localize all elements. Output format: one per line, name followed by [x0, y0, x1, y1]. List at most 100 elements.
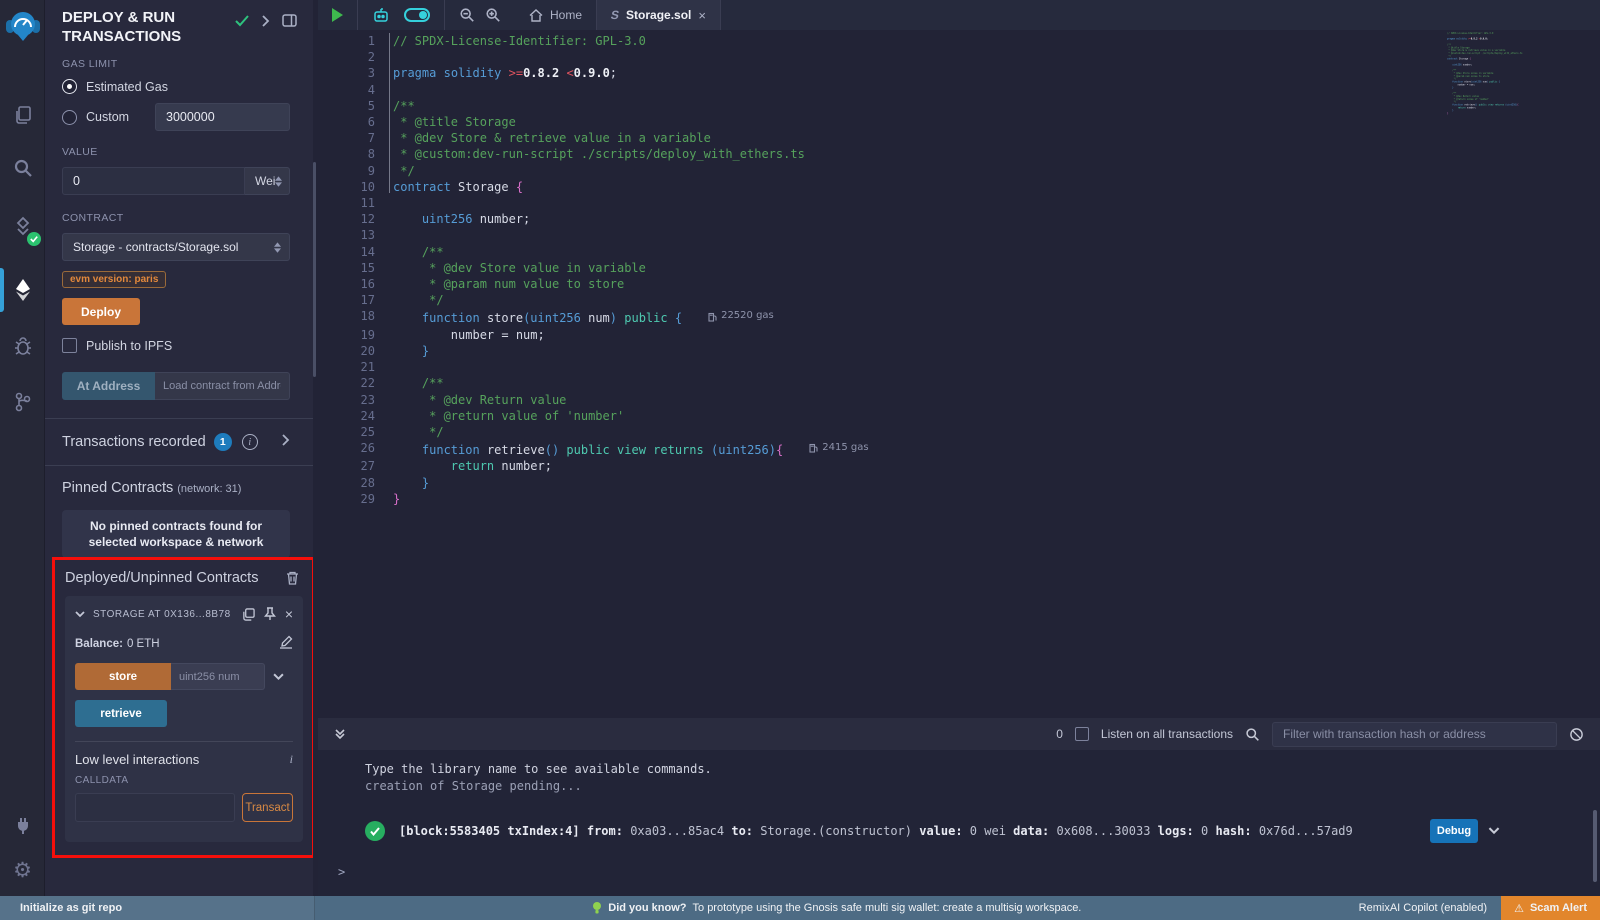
pin-contract-icon[interactable] [264, 607, 276, 621]
code-editor[interactable]: 1// SPDX-License-Identifier: GPL-3.023pr… [318, 30, 1600, 718]
panel-expand-icon[interactable] [261, 15, 270, 27]
expand-tx-icon[interactable] [1488, 824, 1500, 838]
store-param-input[interactable] [171, 663, 265, 690]
line-number: 13 [318, 227, 375, 243]
ai-copilot-robot-icon[interactable] [372, 6, 390, 24]
evm-version-badge: evm version: paris [62, 271, 166, 288]
panel-scrollbar-thumb[interactable] [313, 162, 316, 377]
tab-home[interactable]: Home [515, 0, 596, 30]
transactions-count-badge: 1 [214, 433, 232, 451]
copy-address-icon[interactable] [242, 608, 255, 621]
contract-stepper-icon [274, 242, 281, 253]
remix-ide-window: ⚙ DEPLOY & RUN TRANSACTIONS GAS LIMIT Es… [0, 0, 1600, 920]
plugin-manager-icon[interactable] [0, 804, 45, 848]
code-lines: 1// SPDX-License-Identifier: GPL-3.023pr… [318, 33, 1600, 507]
contract-select[interactable]: Storage - contracts/Storage.sol [62, 233, 290, 261]
pinned-empty-message: No pinned contracts found for selected w… [62, 510, 290, 558]
remix-logo [6, 10, 40, 42]
contract-instance-label: STORAGE AT 0X136...8B78 [93, 609, 234, 620]
line-number: 10 [318, 179, 375, 195]
value-label: VALUE [62, 146, 290, 158]
pin-panel-icon[interactable] [282, 14, 297, 27]
copilot-status[interactable]: RemixAI Copilot (enabled) [1359, 902, 1487, 914]
expand-terminal-icon[interactable] [334, 728, 346, 740]
zoom-out-icon[interactable] [459, 7, 475, 23]
listen-all-checkbox[interactable] [1075, 727, 1089, 741]
gas-estimate-lens[interactable]: 22520 gas [708, 308, 774, 324]
line-number: 1 [318, 33, 375, 49]
git-icon[interactable] [0, 380, 45, 424]
gas-estimate-lens[interactable]: 2415 gas [809, 440, 868, 456]
copilot-toggle[interactable] [404, 8, 430, 22]
deploy-run-panel: DEPLOY & RUN TRANSACTIONS GAS LIMIT Esti… [45, 0, 313, 896]
balance-label: Balance: [75, 638, 123, 650]
terminal-line: Type the library name to see available c… [318, 750, 1600, 776]
debug-button[interactable]: Debug [1430, 819, 1478, 843]
deployed-contracts-title: Deployed/Unpinned Contracts [65, 570, 258, 586]
retrieve-function-button[interactable]: retrieve [75, 700, 167, 727]
line-number: 27 [318, 458, 375, 474]
chevron-right-icon[interactable] [281, 433, 290, 451]
value-unit-select[interactable]: Wei [245, 167, 290, 195]
deploy-run-icon[interactable] [0, 268, 45, 312]
terminal-search-icon[interactable] [1245, 727, 1260, 742]
deploy-button[interactable]: Deploy [62, 298, 140, 325]
tx-summary: [block:5583405 txIndex:4] from: 0xa03...… [399, 824, 1353, 838]
line-number: 23 [318, 392, 375, 408]
transactions-recorded-row[interactable]: Transactions recorded 1 i [62, 419, 290, 465]
custom-gas-radio[interactable] [62, 110, 77, 125]
at-address-button[interactable]: At Address [62, 372, 155, 400]
zoom-in-icon[interactable] [485, 7, 501, 23]
tab-storage-sol[interactable]: S Storage.sol × [596, 0, 721, 30]
debugger-icon[interactable] [0, 324, 45, 368]
line-number: 6 [318, 114, 375, 130]
contract-label: CONTRACT [62, 212, 290, 224]
file-explorer-icon[interactable] [0, 93, 45, 137]
chevron-down-icon[interactable] [75, 611, 85, 618]
unit-stepper-icon [275, 176, 282, 187]
clear-console-icon[interactable] [1569, 727, 1584, 742]
minimap[interactable]: // SPDX-License-Identifier: GPL-3.0 prag… [1447, 32, 1523, 124]
store-function-button[interactable]: store [75, 663, 171, 690]
line-number: 18 [318, 308, 375, 326]
scam-alert-button[interactable]: ⚠ Scam Alert [1501, 896, 1600, 920]
settings-icon[interactable]: ⚙ [0, 848, 45, 892]
line-number: 15 [318, 260, 375, 276]
expand-params-icon[interactable] [273, 668, 284, 686]
annotation-highlight-box: Deployed/Unpinned Contracts STORAGE AT 0… [52, 557, 313, 858]
editor-region: Home S Storage.sol × 1// SPDX-License-Id… [318, 0, 1600, 896]
line-number: 29 [318, 491, 375, 507]
trash-icon[interactable] [286, 571, 299, 585]
balance-value: 0 ETH [127, 638, 160, 650]
transactions-recorded-label: Transactions recorded [62, 434, 206, 450]
solidity-compiler-icon[interactable] [0, 204, 45, 248]
divider [75, 741, 293, 742]
value-input[interactable] [62, 167, 245, 195]
line-number: 25 [318, 424, 375, 440]
custom-gas-input[interactable] [155, 103, 290, 131]
low-level-info-icon[interactable]: i [290, 752, 293, 767]
line-number: 5 [318, 98, 375, 114]
close-tab-icon[interactable]: × [698, 8, 706, 23]
calldata-input[interactable] [75, 793, 235, 822]
publish-ipfs-checkbox[interactable] [62, 338, 77, 353]
at-address-input[interactable] [155, 372, 290, 400]
run-script-icon[interactable] [332, 8, 343, 22]
search-icon[interactable] [0, 146, 45, 190]
publish-ipfs-label: Publish to IPFS [86, 339, 172, 353]
transaction-log-row[interactable]: [block:5583405 txIndex:4] from: 0xa03...… [318, 819, 1600, 843]
terminal-scrollbar-thumb[interactable] [1593, 810, 1597, 882]
edit-balance-icon[interactable] [279, 635, 293, 652]
terminal-prompt[interactable]: > [318, 843, 1600, 879]
remove-contract-icon[interactable]: × [285, 606, 293, 622]
line-number: 9 [318, 163, 375, 179]
pending-tx-count: 0 [1056, 727, 1063, 741]
transact-button[interactable]: Transact [242, 793, 293, 822]
remix-logo-icon[interactable] [0, 4, 45, 48]
terminal[interactable]: Type the library name to see available c… [318, 750, 1600, 896]
git-init-button[interactable]: Initialize as git repo [0, 896, 315, 920]
estimated-gas-radio[interactable] [62, 79, 77, 94]
line-number: 11 [318, 195, 375, 211]
terminal-filter-input[interactable] [1272, 722, 1557, 747]
pinned-contracts-title: Pinned Contracts (network: 31) [62, 480, 290, 496]
